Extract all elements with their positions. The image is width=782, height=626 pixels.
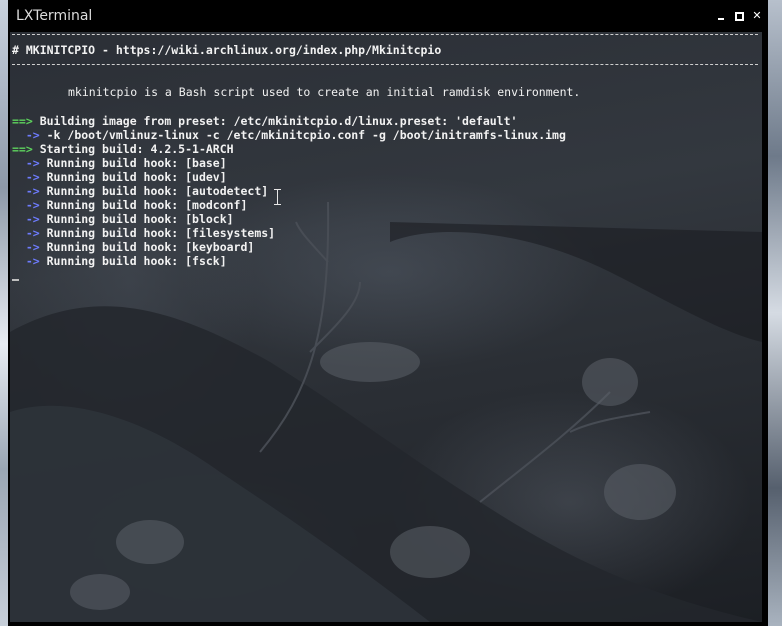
log-text: Building image from preset: /etc/mkinitc… [39,114,518,128]
stage-marker: ==> [12,142,40,156]
log-text: Running build hook: [autodetect] [46,184,269,198]
log-line: ==> Building image from preset: /etc/mki… [12,114,517,128]
log-line: -> Running build hook: [fsck] [12,254,227,268]
step-marker: -> [12,156,47,170]
terminal-window: LXTerminal ✕ # MKINITCPIO - https://wiki… [8,0,768,626]
terminal-cursor [12,279,19,281]
log-text: Running build hook: [keyboard] [46,240,255,254]
desktop-background-right [768,0,782,626]
log-line: -> Running build hook: [udev] [12,170,227,184]
log-text: Starting build: 4.2.5-1-ARCH [39,142,234,156]
step-marker: -> [12,184,47,198]
step-marker: -> [12,128,47,142]
window-title: LXTerminal [16,8,93,24]
step-marker: -> [12,170,47,184]
terminal-area[interactable]: # MKINITCPIO - https://wiki.archlinux.or… [10,32,762,622]
text-cursor-icon [274,189,282,205]
log-text: Running build hook: [block] [46,212,234,226]
minimize-icon[interactable] [714,9,728,23]
step-marker: -> [12,212,47,226]
log-line: -> Running build hook: [keyboard] [12,240,255,254]
maximize-icon[interactable] [732,9,746,23]
log-text: Running build hook: [fsck] [46,254,227,268]
terminal-output: # MKINITCPIO - https://wiki.archlinux.or… [10,32,762,268]
log-line: ==> Starting build: 4.2.5-1-ARCH [12,142,234,156]
log-line: -> -k /boot/vmlinuz-linux -c /etc/mkinit… [12,128,566,142]
log-text: Running build hook: [modconf] [46,198,248,212]
log-text: Running build hook: [udev] [46,170,227,184]
step-marker: -> [12,226,47,240]
step-marker: -> [12,254,47,268]
close-icon[interactable]: ✕ [750,9,764,23]
description-text: mkinitcpio is a Bash script used to crea… [68,85,581,99]
log-line: -> Running build hook: [autodetect] [12,184,268,198]
divider-line [12,34,758,35]
step-marker: -> [12,198,47,212]
stage-marker: ==> [12,114,40,128]
log-text: -k /boot/vmlinuz-linux -c /etc/mkinitcpi… [46,128,566,142]
header-line: # MKINITCPIO - https://wiki.archlinux.or… [12,43,442,57]
step-marker: -> [12,240,47,254]
log-text: Running build hook: [filesystems] [46,226,276,240]
desktop-background-left [0,0,8,626]
log-line: -> Running build hook: [modconf] [12,198,248,212]
log-line: -> Running build hook: [block] [12,212,234,226]
log-line: -> Running build hook: [base] [12,156,227,170]
log-line: -> Running build hook: [filesystems] [12,226,275,240]
scrollbar[interactable] [762,32,766,622]
window-titlebar[interactable]: LXTerminal ✕ [8,0,768,32]
divider-line [12,64,758,65]
log-text: Running build hook: [base] [46,156,227,170]
